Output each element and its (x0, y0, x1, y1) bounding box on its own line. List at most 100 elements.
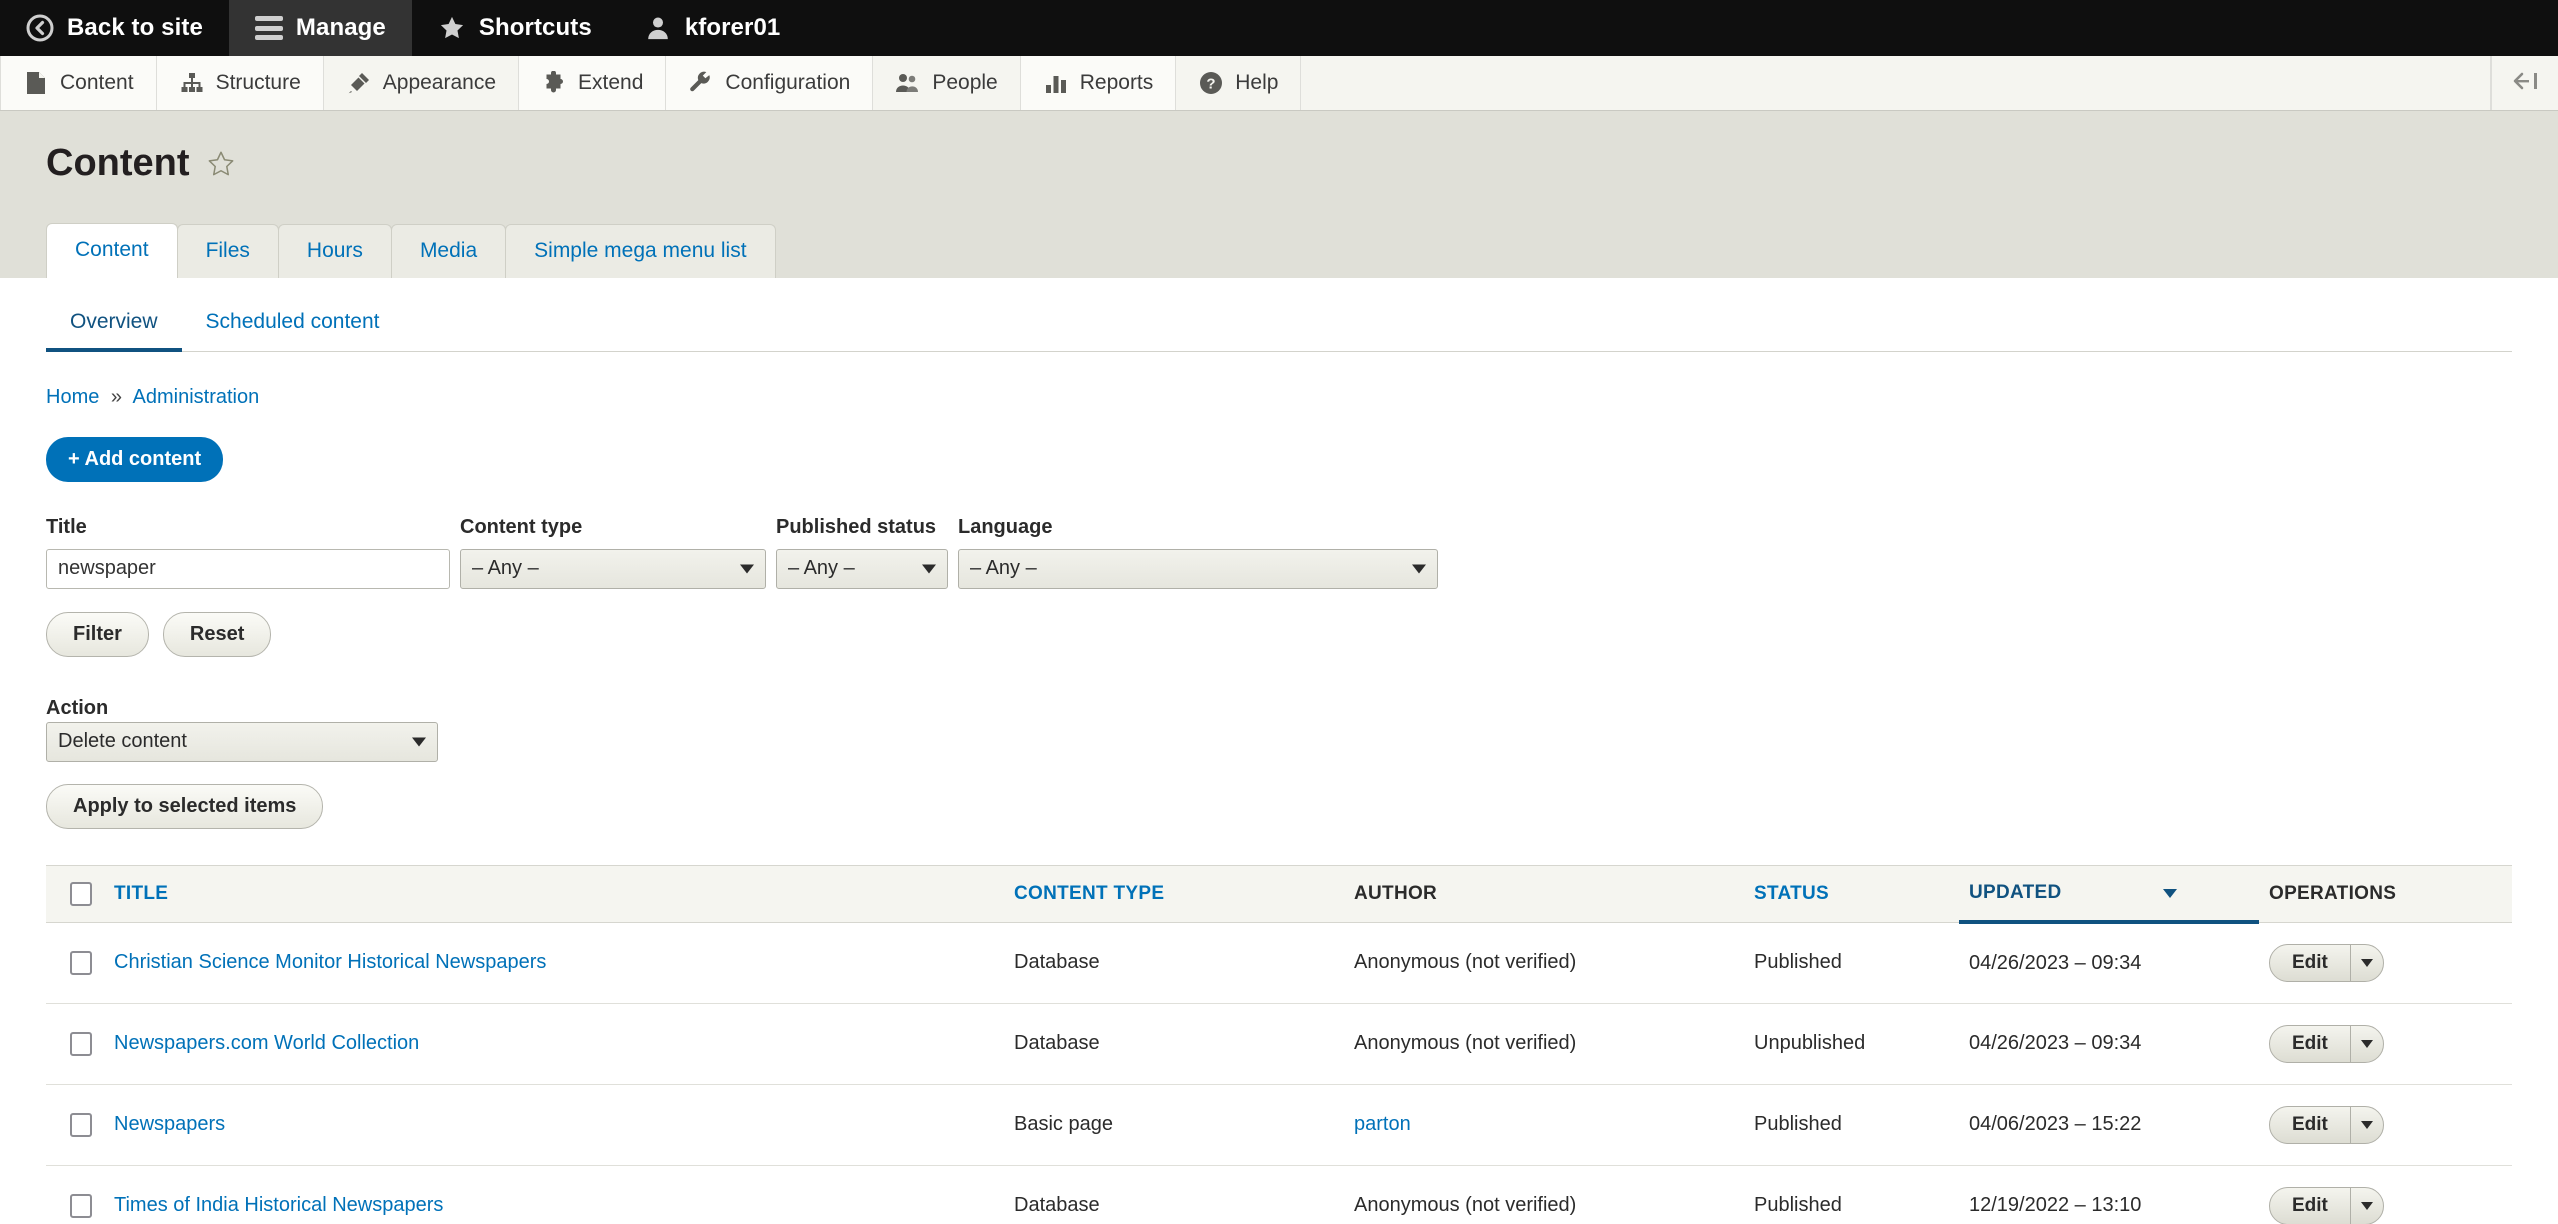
primary-tab-label: Simple mega menu list (534, 238, 747, 262)
admin-menu-item-label: People (932, 71, 998, 94)
admin-menu-item-label: Extend (578, 71, 644, 94)
primary-tab-simple-mega-menu-list[interactable]: Simple mega menu list (505, 223, 776, 278)
published-status-select-value: – Any – (788, 557, 855, 580)
add-content-button[interactable]: + Add content (46, 436, 224, 482)
filter-content-type-label: Content type (460, 515, 583, 538)
admin-menu-item-structure[interactable]: Structure (156, 56, 324, 110)
filter-published-status-label: Published status (776, 515, 937, 538)
row-status-cell: Published (1744, 922, 1959, 1004)
edit-dropdown-toggle[interactable] (2351, 945, 2383, 981)
breadcrumb: Home » Administration (46, 352, 2512, 409)
page-header: Content Content Files Hours Media Simple… (0, 111, 2558, 278)
breadcrumb-link-home[interactable]: Home (46, 386, 99, 408)
admin-menu-item-configuration[interactable]: Configuration (666, 56, 874, 110)
admin-menu-item-label: Content (60, 71, 134, 94)
admin-menu-item-extend[interactable]: Extend (519, 56, 667, 110)
row-select-checkbox[interactable] (70, 1193, 92, 1218)
edit-button[interactable]: Edit (2270, 1187, 2351, 1224)
row-select-checkbox[interactable] (70, 1112, 92, 1137)
row-select-checkbox[interactable] (70, 1031, 92, 1056)
filter-actions: Filter Reset (46, 611, 2512, 657)
filter-button[interactable]: Filter (46, 611, 149, 657)
primary-tab-label: Media (419, 238, 478, 262)
secondary-tab-label: Overview (70, 309, 158, 333)
edit-dropbutton: Edit (2269, 943, 2384, 982)
row-author-cell: parton (1344, 1084, 1744, 1166)
edit-button[interactable]: Edit (2270, 944, 2351, 981)
edit-button[interactable]: Edit (2270, 1106, 2351, 1143)
toolbar-item-manage[interactable]: Manage (228, 0, 412, 56)
primary-tabs: Content Files Hours Media Simple mega me… (0, 191, 2558, 278)
row-author-cell: Anonymous (not verified) (1344, 1165, 1744, 1224)
admin-menu-item-help[interactable]: ? Help (1176, 56, 1302, 110)
star-icon (438, 14, 466, 42)
primary-tab-files[interactable]: Files (176, 223, 279, 278)
column-header-updated[interactable]: UPDATED (1959, 864, 2259, 925)
row-select-checkbox[interactable] (70, 950, 92, 975)
chevron-down-icon (2360, 1039, 2373, 1048)
admin-menu-item-reports[interactable]: Reports (1020, 56, 1177, 110)
row-updated-cell: 12/19/2022 – 13:10 (1959, 1165, 2259, 1224)
row-content-type-cell: Database (1004, 1165, 1344, 1224)
title-filter-input[interactable] (46, 548, 450, 589)
edit-dropdown-toggle[interactable] (2351, 1026, 2383, 1062)
primary-tab-hours[interactable]: Hours (277, 223, 392, 278)
chevron-down-icon (922, 564, 936, 574)
row-author-link[interactable]: parton (1354, 1113, 1411, 1135)
secondary-tab-overview[interactable]: Overview (46, 300, 182, 352)
admin-menu-item-content[interactable]: Content (0, 56, 157, 110)
published-status-select[interactable]: – Any – (776, 548, 948, 589)
back-arrow-icon (26, 14, 54, 42)
apply-to-selected-items-button[interactable]: Apply to selected items (46, 783, 324, 829)
primary-tab-content[interactable]: Content (46, 222, 178, 278)
select-all-checkbox[interactable] (70, 881, 92, 906)
row-title-link[interactable]: Christian Science Monitor Historical New… (114, 951, 546, 973)
people-icon (895, 70, 921, 96)
toolbar-item-shortcuts[interactable]: Shortcuts (412, 0, 618, 56)
admin-menu-item-people[interactable]: People (873, 56, 1021, 110)
sort-descending-caret-icon (2163, 888, 2178, 898)
primary-tab-media[interactable]: Media (390, 223, 507, 278)
row-operations-cell: Edit (2259, 1003, 2512, 1085)
row-select-cell (46, 1084, 104, 1166)
admin-menu-bar: Content Structure Appearance Extend Conf… (0, 56, 2558, 111)
user-icon (644, 14, 672, 42)
edit-dropbutton: Edit (2269, 1024, 2384, 1063)
edit-button[interactable]: Edit (2270, 1025, 2351, 1062)
column-header-content-type[interactable]: CONTENT TYPE (1004, 864, 1344, 923)
toolbar-item-user-account[interactable]: kforer01 (618, 0, 807, 56)
row-title-link[interactable]: Newspapers.com World Collection (114, 1032, 419, 1054)
column-header-status[interactable]: STATUS (1744, 864, 1959, 923)
language-select[interactable]: – Any – (958, 548, 1438, 589)
table-row: Newspapers Basic page parton Published 04/06… (46, 1084, 2512, 1166)
edit-dropbutton: Edit (2269, 1105, 2384, 1144)
row-title-link[interactable]: Newspapers (114, 1113, 225, 1135)
filter-title-group: Title (46, 516, 450, 589)
row-title-link[interactable]: Times of India Historical Newspapers (114, 1194, 443, 1216)
column-header-author: AUTHOR (1344, 864, 1744, 923)
primary-tab-label: Content (75, 237, 149, 261)
collapse-toolbar-button[interactable] (2491, 56, 2558, 110)
paintbrush-icon (346, 70, 372, 96)
breadcrumb-separator: » (110, 385, 123, 408)
table-row: Newspapers.com World Collection Database A… (46, 1003, 2512, 1085)
row-select-cell (46, 922, 104, 1004)
edit-dropdown-toggle[interactable] (2351, 1107, 2383, 1143)
content-type-select[interactable]: – Any – (460, 548, 766, 589)
admin-menu-item-appearance[interactable]: Appearance (324, 56, 520, 110)
toolbar-item-back-to-site[interactable]: Back to site (0, 0, 229, 56)
column-header-updated-label: UPDATED (1969, 882, 2062, 904)
add-content-row: + Add content (46, 409, 2512, 482)
row-title-cell: Christian Science Monitor Historical New… (104, 922, 1004, 1004)
bulk-action-select[interactable]: Delete content (46, 721, 438, 762)
reset-button[interactable]: Reset (162, 611, 272, 657)
row-status-cell: Unpublished (1744, 1003, 1959, 1085)
star-outline-icon[interactable] (206, 149, 236, 179)
column-header-operations: OPERATIONS (2259, 864, 2512, 923)
toolbar-item-label: Back to site (67, 14, 203, 41)
edit-dropdown-toggle[interactable] (2351, 1188, 2383, 1224)
breadcrumb-link-administration[interactable]: Administration (133, 386, 260, 408)
column-header-title[interactable]: TITLE (104, 864, 1004, 923)
secondary-tab-scheduled-content[interactable]: Scheduled content (182, 300, 404, 352)
bulk-action-label: Action (46, 696, 109, 719)
